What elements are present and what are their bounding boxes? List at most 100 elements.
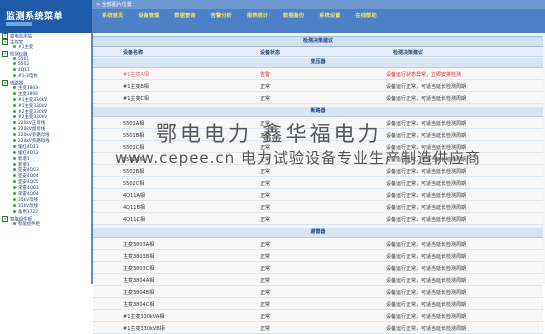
device-status: 正常 (260, 302, 271, 308)
device-status: 正常 (260, 181, 271, 187)
device-advice: 设备运行正常，可适当延长检测周期 (386, 133, 467, 139)
node-icon (13, 186, 16, 190)
node-icon (13, 144, 16, 148)
nav-item[interactable]: 系统设置 (319, 11, 340, 19)
tree-label: #1主变330kV (18, 103, 48, 109)
node-icon (13, 197, 16, 201)
table-row[interactable]: 主变3803B相 正常 设备运行正常，可适当延长检测周期 (93, 250, 543, 262)
device-advice: 设备运行正常，可适当延长检测周期 (386, 181, 467, 187)
device-advice: 设备运行正常，可适当延长检测周期 (386, 302, 467, 308)
device-advice: 设备运行正常，可适当延长检测周期 (386, 205, 467, 211)
nav-item[interactable]: 设备管理 (138, 11, 159, 19)
tree-label: 5502 (18, 62, 30, 68)
node-icon (13, 139, 16, 143)
node-icon (13, 192, 16, 196)
top-bar: > 全部图片位置： (92, 0, 545, 9)
watermark-company: 鄂电电力 鑫华福电力 (156, 122, 382, 146)
device-status: 正常 (260, 290, 271, 296)
column-headers: 设备名称 设备状态 检测决策建议 (93, 47, 543, 57)
tree-label: 35kV母线 (18, 197, 38, 203)
table-row[interactable]: 5502C相 正常 设备运行正常，可适当延长检测周期 (93, 177, 543, 189)
node-icon (13, 56, 16, 60)
node-icon (13, 180, 16, 184)
node-icon (13, 127, 16, 131)
tree-label: 缓红4Q12 (18, 150, 39, 156)
device-advice: 设备运行正常，可适当延长检测周期 (386, 326, 467, 332)
node-icon (13, 115, 16, 119)
device-status: 正常 (260, 193, 271, 199)
device-advice: 设备运行正常，可适当延长检测周期 (386, 242, 467, 248)
table-row[interactable]: 主变3803A相 正常 设备运行正常，可适当延长检测周期 (93, 238, 543, 250)
tree-label: 主变3803 (18, 86, 38, 92)
nav-item[interactable]: 数据备份 (283, 11, 304, 19)
device-advice: 设备运行正常，可适当延长检测周期 (386, 96, 467, 102)
nav-item[interactable]: 告警分析 (211, 11, 232, 19)
table-row[interactable]: 主变3804B相 正常 设备运行正常，可适当延长检测周期 (93, 286, 543, 298)
node-icon (13, 109, 16, 113)
device-name: 5501B相 (123, 133, 145, 139)
device-name: #1主变330kVB相 (123, 326, 165, 332)
watermark-site: www.cepee.cn 电力试验设备专业生产制造供应商 (115, 149, 481, 167)
nav-item[interactable]: 报表统计 (247, 11, 268, 19)
tree-label: #1-3电抗 (18, 74, 38, 80)
device-status: 正常 (260, 96, 271, 102)
tree-label: 5501 (18, 56, 30, 62)
tree-leaf[interactable]: 智能组件柜 (0, 221, 91, 228)
tree-label: 220kV旁路母线 (18, 133, 50, 139)
device-advice: 设备运行正常，可适当延长检测周期 (386, 278, 467, 284)
sidebar-tree: + 变电监测站 + 主控室 #1主变 + 检测仪器 5501 5502 4Q11 #1-3电抗 + 线路… (0, 33, 93, 284)
panel-title: 检测决策建议 (93, 36, 543, 47)
tree-label: #1主变 (18, 44, 34, 50)
table-row[interactable]: 主变3804A相 正常 设备运行正常，可适当延长检测周期 (93, 274, 543, 286)
table-row[interactable]: #1主变330kVA相 正常 设备运行正常，可适当延长检测周期 (93, 310, 543, 322)
nav-item[interactable]: 数据查询 (174, 11, 195, 19)
app-title: 监测系统菜单 (6, 12, 64, 22)
table-row[interactable]: 主变3803C相 正常 设备运行正常，可适当延长检测周期 (93, 262, 543, 274)
breadcrumb: > 全部图片位置： (96, 2, 137, 8)
device-advice: 设备运行正常，可适当延长检测周期 (386, 314, 467, 320)
device-status: 正常 (260, 242, 271, 248)
table-row[interactable]: #1主变330kVB相 正常 设备运行正常，可适当延长检测周期 (93, 322, 543, 334)
device-status: 正常 (260, 254, 271, 260)
device-advice: 设备运行状态异常，立即安排检测 (386, 72, 462, 78)
table-row[interactable]: #1主变B相 正常 设备运行正常，可适当延长检测周期 (93, 80, 543, 92)
node-icon (13, 150, 16, 154)
device-name: 4Q11C相 (123, 217, 145, 223)
tree-label: 220kV副母线 (18, 127, 46, 133)
table-row[interactable]: 主变3804C相 正常 设备运行正常，可适当延长检测周期 (93, 298, 543, 310)
node-icon (13, 103, 16, 107)
node-icon (13, 91, 16, 95)
table-row[interactable]: 4Q11C相 正常 设备运行正常，可适当延长检测周期 (93, 213, 543, 225)
node-icon (13, 209, 16, 213)
node-icon (13, 68, 16, 72)
table-row[interactable]: 4Q11B相 正常 设备运行正常，可适当延长检测周期 (93, 201, 543, 213)
tree-label: #2主变330kV (18, 109, 48, 115)
column-header-name: 设备名称 (123, 50, 144, 56)
tree-label: 备用3722 (18, 209, 38, 215)
device-status: 正常 (260, 217, 271, 223)
section-header: 变压器 (93, 58, 543, 68)
device-status: 正常 (260, 84, 271, 90)
device-advice: 设备运行正常，可适当延长检测周期 (386, 217, 467, 223)
section-header: 避雷器 (93, 228, 543, 238)
device-name: 5502C相 (123, 181, 145, 187)
app-logo-area: 监测系统菜单 (0, 0, 92, 33)
device-name: #1主变A相 (123, 72, 149, 78)
device-name: #1主变330kVA相 (123, 314, 165, 320)
device-name: 5501A相 (123, 121, 145, 127)
tree-label: #1主变330kV (18, 97, 48, 103)
device-name: 4Q11B相 (123, 205, 145, 211)
node-icon (13, 162, 16, 166)
nav-item[interactable]: 系统首页 (102, 11, 123, 19)
nav-item[interactable]: 在线帮助 (355, 11, 376, 19)
table-row[interactable]: #1主变A相 告警 设备运行状态异常，立即安排检测 (93, 68, 543, 80)
table-row[interactable]: #1主变C相 正常 设备运行正常，可适当延长检测周期 (93, 92, 543, 104)
tree-label: 新增1 (18, 156, 30, 162)
tree-label: 智能组件柜 (18, 221, 40, 227)
device-status: 正常 (260, 266, 271, 272)
table-row[interactable]: 4Q11A相 正常 设备运行正常，可适当延长检测周期 (93, 189, 543, 201)
device-advice: 设备运行正常，可适当延长检测周期 (386, 290, 467, 296)
device-name: 主变3803B相 (123, 254, 155, 260)
device-advice: 设备运行正常，可适当延长检测周期 (386, 266, 467, 272)
main-navigation: 系统首页 设备管理 数据查询 告警分析 报表统计 数据备份 系统设置 在线帮助 (92, 9, 545, 33)
